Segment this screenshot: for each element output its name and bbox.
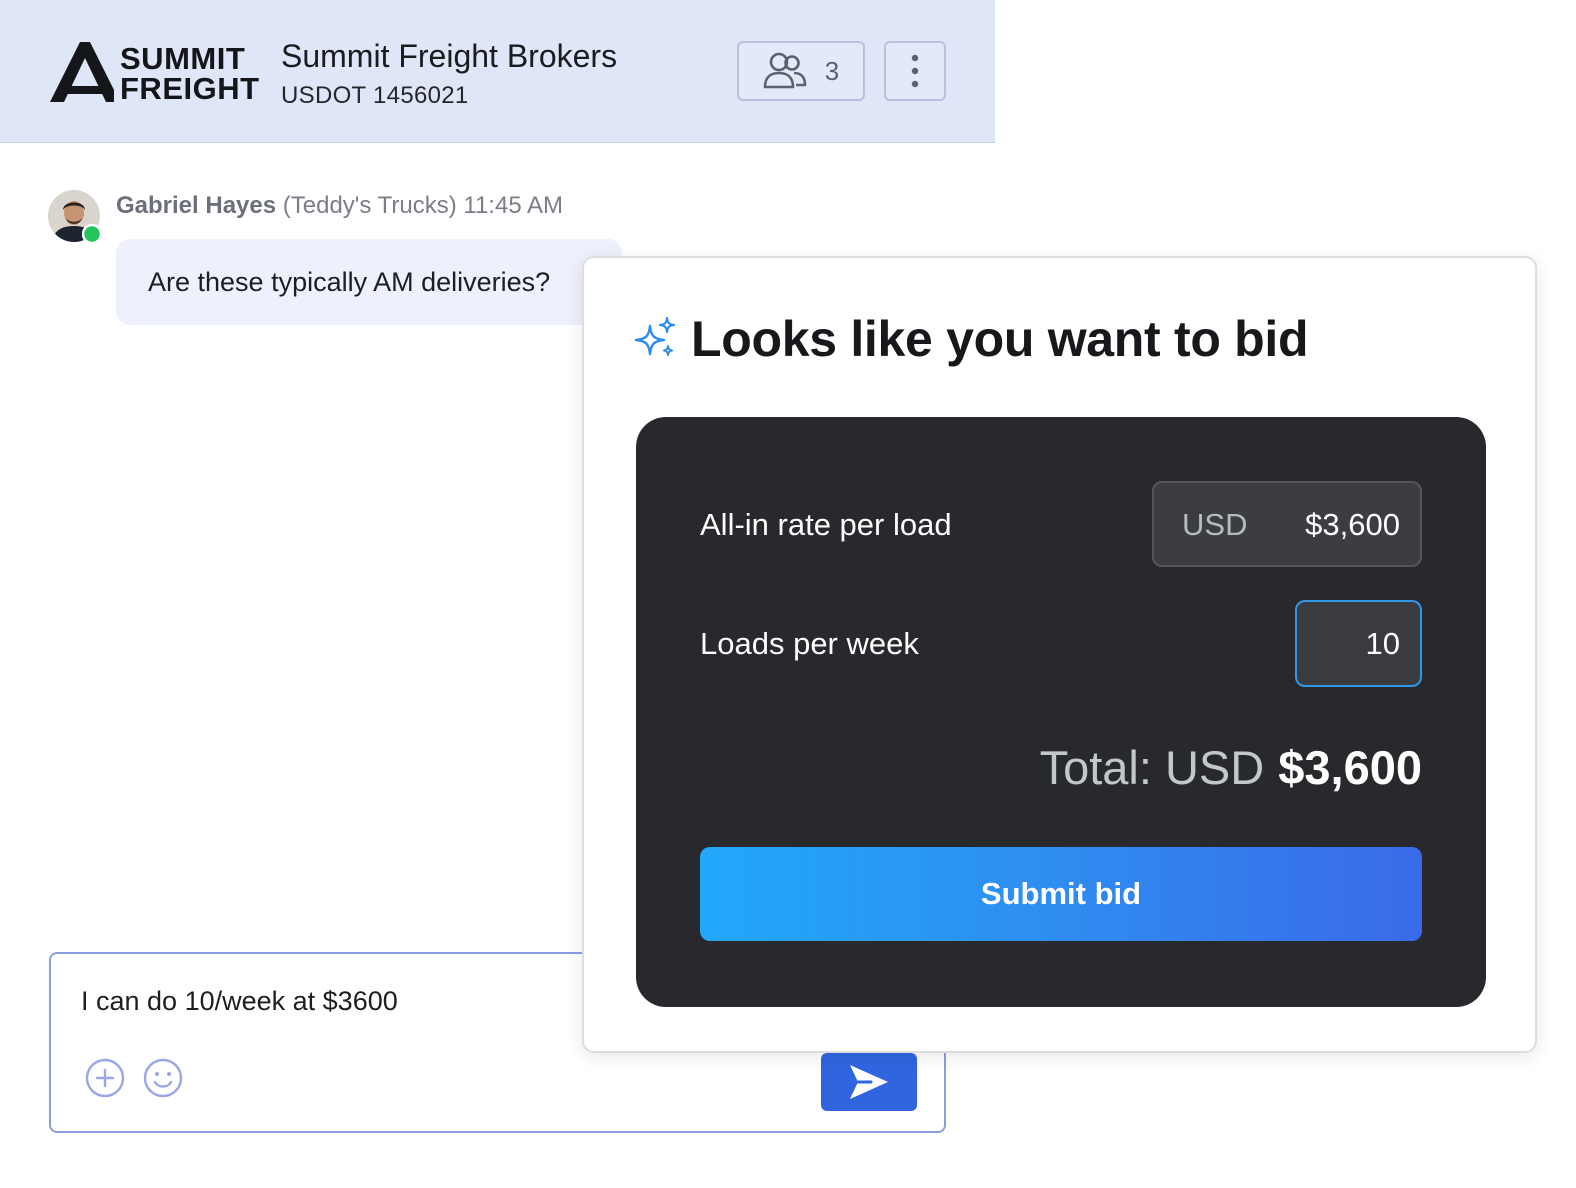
plus-circle-icon[interactable]: [85, 1058, 125, 1098]
company-logo: SUMMIT FREIGHT: [50, 42, 260, 104]
message-bubble: Are these typically AM deliveries?: [116, 239, 622, 325]
logo-text: SUMMIT FREIGHT: [120, 41, 260, 106]
usdot-number: USDOT 1456021: [281, 82, 469, 109]
sparkles-icon: [634, 316, 676, 356]
more-vertical-icon: [911, 54, 919, 88]
users-icon: [763, 52, 807, 89]
avatar[interactable]: [48, 190, 102, 244]
bid-total: Total: USD $3,600: [1040, 740, 1422, 795]
chat-header: SUMMIT FREIGHT Summit Freight Brokers US…: [0, 0, 995, 143]
more-options-button[interactable]: [884, 41, 946, 101]
rate-currency: USD: [1182, 507, 1248, 542]
loads-label: Loads per week: [700, 626, 919, 661]
bid-form-card: All-in rate per load USD $3,600 Loads pe…: [636, 417, 1486, 1007]
popup-title: Looks like you want to bid: [691, 311, 1309, 367]
rate-value: $3,600: [1305, 507, 1400, 542]
composer-input[interactable]: I can do 10/week at $3600: [81, 986, 398, 1017]
send-button[interactable]: [821, 1053, 917, 1111]
message-time: 11:45 AM: [463, 192, 564, 219]
message-author-company: (Teddy's Trucks): [282, 192, 457, 219]
message-author[interactable]: Gabriel Hayes: [116, 192, 276, 219]
company-name: Summit Freight Brokers: [281, 38, 618, 74]
members-count: 3: [824, 55, 840, 86]
smiley-icon[interactable]: [143, 1058, 183, 1098]
rate-input[interactable]: USD $3,600: [1152, 481, 1422, 567]
submit-bid-button[interactable]: Submit bid: [700, 847, 1422, 941]
message-meta: Gabriel Hayes (Teddy's Trucks) 11:45 AM: [116, 192, 563, 220]
logo-line-2: FREIGHT: [120, 71, 260, 106]
send-icon: [850, 1065, 888, 1099]
members-button[interactable]: 3: [737, 41, 865, 101]
logo-line-1: SUMMIT: [120, 41, 246, 76]
loads-per-week-input[interactable]: 10: [1295, 600, 1422, 687]
online-status-dot: [82, 224, 102, 244]
logo-mark-icon: [50, 42, 114, 102]
total-label: Total: USD: [1039, 741, 1265, 794]
total-value: $3,600: [1278, 741, 1422, 794]
bid-suggestion-popup: Looks like you want to bid All-in rate p…: [582, 256, 1537, 1053]
rate-label: All-in rate per load: [700, 507, 952, 542]
